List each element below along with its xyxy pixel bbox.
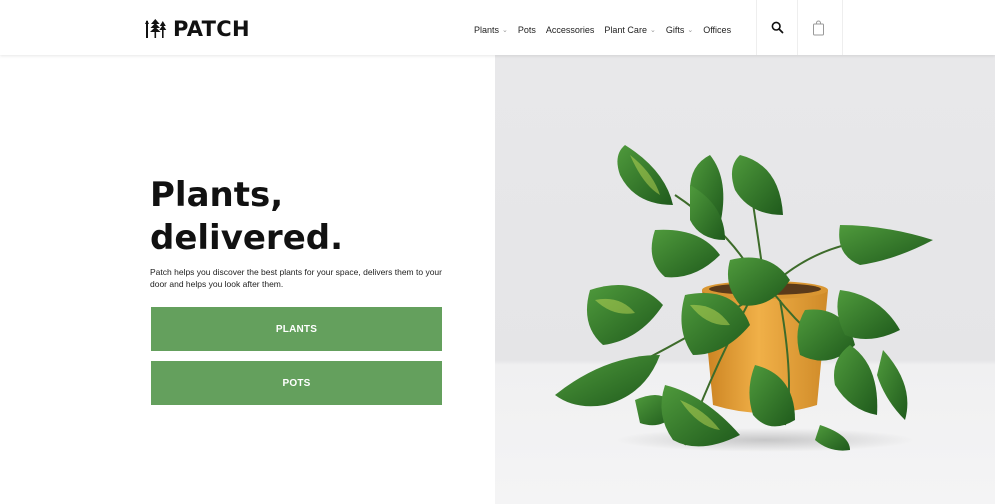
shopping-bag-icon bbox=[812, 20, 824, 35]
potted-plant-illustration bbox=[555, 145, 933, 452]
search-icon bbox=[771, 21, 783, 34]
plant-logo-icon bbox=[145, 19, 167, 38]
hero-title: Plants, delivered. bbox=[150, 174, 343, 260]
site-header: PATCH Plants ⌄ Pots Accessories Plant Ca… bbox=[0, 0, 995, 55]
hero-plant-image bbox=[495, 55, 995, 504]
search-button[interactable] bbox=[757, 0, 797, 55]
nav-item-accessories[interactable]: Accessories bbox=[546, 25, 595, 35]
header-divider bbox=[842, 0, 843, 55]
chevron-down-icon: ⌄ bbox=[502, 27, 508, 34]
nav-label: Plants bbox=[474, 25, 500, 35]
nav-label: Offices bbox=[703, 25, 732, 35]
hero-description: Patch helps you discover the best plants… bbox=[150, 267, 442, 289]
main-nav: Plants ⌄ Pots Accessories Plant Care ⌄ G… bbox=[474, 22, 731, 38]
plants-button[interactable]: PLANTS bbox=[151, 307, 442, 351]
brand-name: PATCH bbox=[173, 17, 250, 41]
nav-label: Gifts bbox=[665, 25, 685, 35]
nav-item-offices[interactable]: Offices bbox=[703, 25, 731, 35]
nav-label: Pots bbox=[517, 25, 536, 35]
nav-item-pots[interactable]: Pots bbox=[518, 25, 536, 35]
nav-label: Accessories bbox=[545, 25, 595, 35]
chevron-down-icon: ⌄ bbox=[687, 27, 694, 34]
nav-label: Plant Care bbox=[604, 25, 647, 35]
nav-item-plant-care[interactable]: Plant Care ⌄ bbox=[604, 25, 655, 35]
hero-title-line: delivered. bbox=[150, 218, 344, 258]
cart-button[interactable] bbox=[798, 0, 838, 55]
brand-logo[interactable]: PATCH bbox=[145, 17, 250, 41]
pots-button[interactable]: POTS bbox=[151, 361, 442, 405]
hero-title-line: Plants, bbox=[150, 175, 284, 215]
nav-item-gifts[interactable]: Gifts ⌄ bbox=[666, 25, 693, 35]
chevron-down-icon: ⌄ bbox=[649, 27, 656, 34]
nav-item-plants[interactable]: Plants ⌄ bbox=[474, 25, 508, 35]
